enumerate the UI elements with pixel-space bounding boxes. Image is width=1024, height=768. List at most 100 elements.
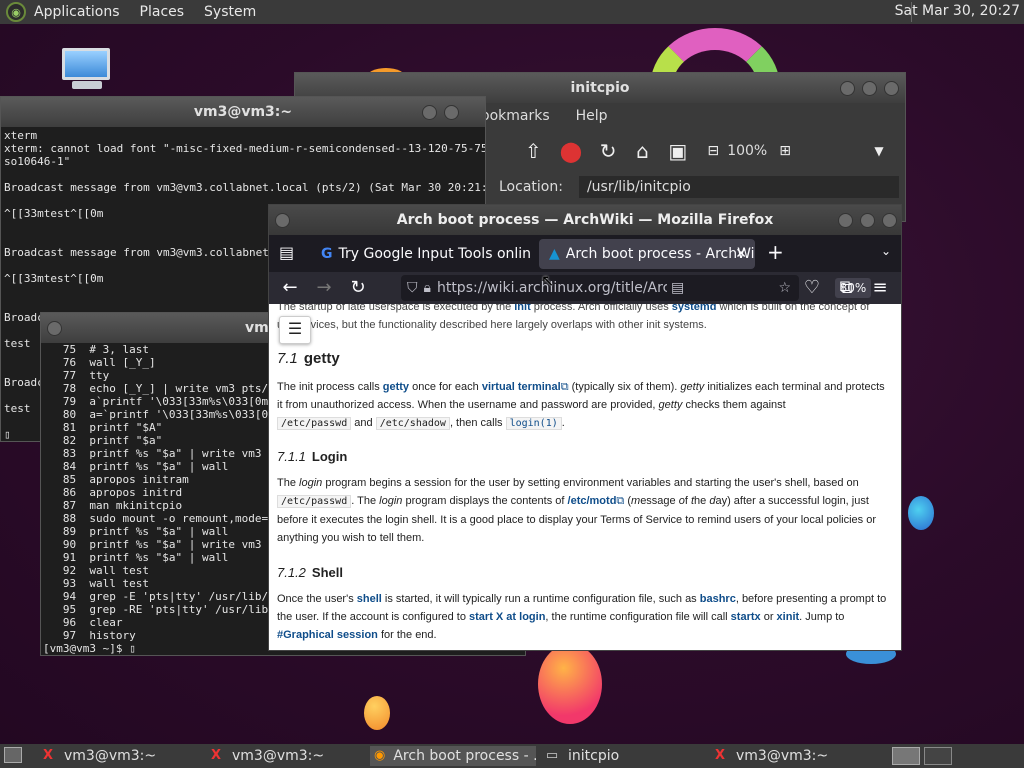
monitor-stand xyxy=(72,81,102,89)
taskbar-item[interactable]: X vm3@vm3:~ xyxy=(36,746,200,766)
taskbar-item[interactable]: ▭ initcpio xyxy=(540,746,704,766)
new-tab-icon[interactable]: + xyxy=(767,240,784,264)
close-button[interactable] xyxy=(884,81,899,96)
close-tab-icon[interactable]: ✕ xyxy=(735,246,747,262)
workspace-switcher-icon[interactable] xyxy=(892,747,920,765)
minimize-button[interactable] xyxy=(838,213,853,228)
extensions-icon[interactable]: ⧉ xyxy=(835,277,857,299)
code-etc-passwd: /etc/passwd xyxy=(277,495,352,508)
firefox-window[interactable]: Arch boot process — ArchWiki — Mozilla F… xyxy=(268,204,902,651)
external-link-icon: ⧉ xyxy=(560,381,569,393)
taskbar-item[interactable]: X vm3@vm3:~ xyxy=(708,746,872,766)
home-icon[interactable]: ⌂ xyxy=(635,140,651,162)
top-panel: ◉ Applications Places System Sat Mar 30,… xyxy=(0,0,1024,24)
system-menu[interactable]: System xyxy=(204,4,256,20)
login-paragraph: The login program begins a session for t… xyxy=(277,477,876,544)
xterm-titlebar[interactable]: vm3@vm3:~ xyxy=(1,97,485,127)
shell-link[interactable]: shell xyxy=(357,593,382,605)
tab-label: Arch boot process - ArchWi xyxy=(565,246,755,262)
getty-paragraph: The init process calls getty once for ea… xyxy=(277,381,885,430)
reload-icon[interactable]: ↻ xyxy=(347,277,369,299)
code-etc-shadow: /etc/shadow xyxy=(375,417,450,430)
terminal-line: Broadcast message from vm3@vm3.collabnet… xyxy=(4,181,486,194)
section-heading-shell: 7.1.2 Shell xyxy=(277,565,343,580)
window-menu-button[interactable] xyxy=(47,321,62,336)
workspace-switcher-icon[interactable] xyxy=(924,747,952,765)
show-desktop-icon[interactable] xyxy=(4,747,22,763)
window-title: vm xyxy=(245,320,269,336)
graphical-session-link[interactable]: #Graphical session xyxy=(277,629,378,641)
tab-strip: ▤ G Try Google Input Tools onlin ▲ Arch … xyxy=(269,235,901,272)
back-arrow-icon[interactable]: ← xyxy=(279,277,301,299)
startx-link[interactable]: startx xyxy=(731,611,761,623)
dropdown-chevron-icon[interactable]: ▼ xyxy=(871,140,887,162)
tab-label: Try Google Input Tools onlin xyxy=(338,246,532,262)
tab-overview-icon[interactable]: ▤ xyxy=(279,243,294,262)
window-title: vm3@vm3:~ xyxy=(193,104,293,120)
window-menu-button[interactable] xyxy=(275,213,290,228)
start-x-at-login-link[interactable]: start X at login xyxy=(469,611,545,623)
minimize-button[interactable] xyxy=(840,81,855,96)
bookmark-star-icon[interactable]: ☆ xyxy=(778,280,791,296)
taskbar-item[interactable]: X vm3@vm3:~ xyxy=(204,746,368,766)
shell-paragraph: Once the user's shell is started, it wil… xyxy=(277,593,887,641)
distro-logo-icon[interactable]: ◉ xyxy=(6,2,26,22)
reader-view-icon[interactable]: ▤ xyxy=(671,280,684,296)
lock-icon: 🔒︎ xyxy=(423,280,431,296)
xinit-link[interactable]: xinit xyxy=(777,611,800,623)
section-heading-getty: 7.1 getty xyxy=(277,350,340,367)
computer-icon[interactable]: ▣ xyxy=(668,140,687,162)
maximize-button[interactable] xyxy=(860,213,875,228)
terminal-line: so10646-1" xyxy=(4,155,71,168)
bashrc-link[interactable]: bashrc xyxy=(700,593,736,605)
applications-menu[interactable]: Applications xyxy=(34,4,120,20)
zoom-in-icon[interactable]: ⊞ xyxy=(777,140,793,162)
window-title: initcpio xyxy=(570,80,630,96)
toc-toggle-button[interactable]: ☰ xyxy=(279,316,311,344)
computer-desktop-icon[interactable] xyxy=(62,48,112,92)
tab-arch-boot-process[interactable]: ▲ Arch boot process - ArchWi ✕ xyxy=(539,239,755,269)
navigation-toolbar: ← → ↻ ⛉ 🔒︎ https://wiki.archlinux.org/ti… xyxy=(269,272,901,304)
virtual-terminal-link[interactable]: virtual terminal xyxy=(482,381,561,393)
firefox-icon: ◉ xyxy=(374,748,386,763)
google-icon: G xyxy=(321,246,333,262)
maximize-button[interactable] xyxy=(444,105,459,120)
clock[interactable]: Sat Mar 30, 20:27 xyxy=(895,3,1020,19)
xterm-icon: X xyxy=(42,748,54,763)
hamburger-menu-icon[interactable]: ≡ xyxy=(869,277,891,299)
reload-icon[interactable]: ↻ xyxy=(600,140,617,162)
init-link[interactable]: init xyxy=(514,304,531,313)
minimize-button[interactable] xyxy=(422,105,437,120)
forward-arrow-icon[interactable]: → xyxy=(313,277,335,299)
window-title: Arch boot process — ArchWiki — Mozilla F… xyxy=(396,212,774,228)
shield-icon: ⛉ xyxy=(407,280,418,296)
help-menu[interactable]: Help xyxy=(576,108,608,124)
bookmarks-menu[interactable]: ookmarks xyxy=(481,108,550,124)
tab-google-input-tools[interactable]: G Try Google Input Tools onlin xyxy=(311,239,533,269)
maximize-button[interactable] xyxy=(862,81,877,96)
xterm-icon: X xyxy=(210,748,222,763)
taskbar-item[interactable]: ◉ Arch boot process - ... xyxy=(370,746,536,766)
code-login-link[interactable]: login(1) xyxy=(505,417,562,430)
mouse-cursor-icon: ↖ xyxy=(541,271,555,290)
location-field[interactable]: /usr/lib/initcpio xyxy=(578,176,899,198)
archlinux-icon: ▲ xyxy=(549,246,560,262)
stop-icon[interactable]: ⬤ xyxy=(560,140,582,162)
list-all-tabs-icon[interactable]: ⌄ xyxy=(881,244,891,258)
close-button[interactable] xyxy=(882,213,897,228)
up-arrow-icon[interactable]: ⇧ xyxy=(525,140,542,162)
url-bar[interactable]: ⛉ 🔒︎ https://wiki.archlinux.org/title/Ar… xyxy=(401,275,871,301)
firefox-titlebar[interactable]: Arch boot process — ArchWiki — Mozilla F… xyxy=(269,205,901,235)
location-label: Location: xyxy=(499,179,563,195)
motd-link[interactable]: /etc/motd xyxy=(568,495,617,507)
places-menu[interactable]: Places xyxy=(140,4,185,20)
terminal-line: xterm xyxy=(4,129,38,142)
pocket-icon[interactable]: ♡ xyxy=(801,277,823,299)
zoom-out-icon[interactable]: ⊟ xyxy=(705,140,721,162)
xterm-icon: X xyxy=(714,748,726,763)
getty-link[interactable]: getty xyxy=(383,381,409,393)
page-content[interactable]: The startup of late userspace is execute… xyxy=(269,304,901,650)
section-heading-login: 7.1.1 Login xyxy=(277,449,348,464)
systemd-link[interactable]: systemd xyxy=(672,304,717,313)
